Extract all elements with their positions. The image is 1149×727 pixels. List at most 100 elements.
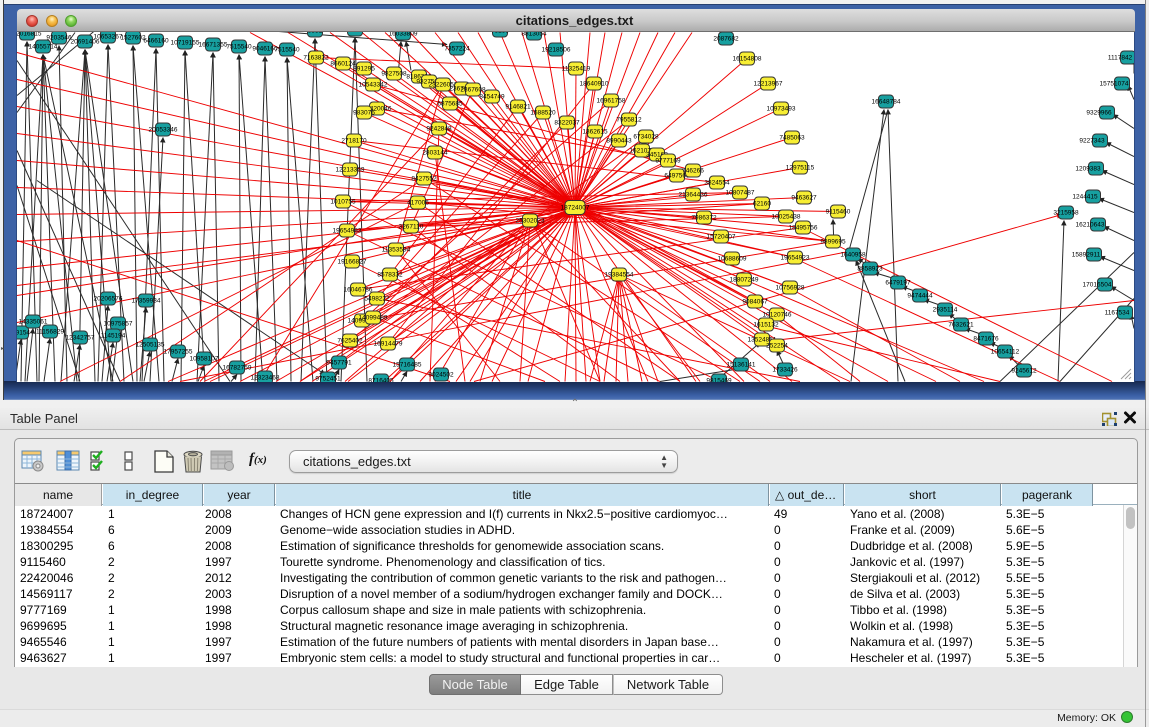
svg-text:10975857: 10975857 <box>104 321 133 328</box>
svg-text:7515540: 7515540 <box>274 47 300 54</box>
svg-text:18724007: 18724007 <box>561 205 590 212</box>
svg-text:10688609: 10688609 <box>718 256 747 263</box>
svg-text:19654923: 19654923 <box>781 255 810 262</box>
svg-text:8990443: 8990443 <box>606 138 632 145</box>
svg-text:10973493: 10973493 <box>767 106 796 113</box>
svg-text:417006: 417006 <box>407 200 429 207</box>
svg-text:39154: 39154 <box>17 330 30 337</box>
svg-text:1117842: 1117842 <box>1108 55 1133 62</box>
svg-text:12975115: 12975115 <box>786 165 815 172</box>
svg-text:16914479: 16914479 <box>374 341 403 348</box>
svg-text:8471676: 8471676 <box>973 336 999 343</box>
svg-text:11156829: 11156829 <box>36 329 64 336</box>
svg-text:20206576: 20206576 <box>94 296 123 303</box>
svg-text:16046786: 16046786 <box>344 287 373 294</box>
svg-text:1209383: 1209383 <box>1075 166 1101 173</box>
svg-text:10653267: 10653267 <box>94 34 123 41</box>
svg-text:11353594: 11353594 <box>382 247 411 254</box>
svg-text:8427552: 8427552 <box>411 176 437 183</box>
svg-text:18807249: 18807249 <box>730 277 759 284</box>
svg-text:1145194: 1145194 <box>101 333 126 340</box>
svg-text:9227343: 9227343 <box>1079 138 1105 145</box>
svg-text:14099489: 14099489 <box>359 315 388 322</box>
svg-text:1615132: 1615132 <box>753 322 779 329</box>
svg-text:1362615: 1362615 <box>582 129 608 136</box>
svg-text:1244415: 1244415 <box>1072 194 1098 201</box>
svg-text:10958107: 10958107 <box>190 356 219 363</box>
svg-text:6479197: 6479197 <box>885 280 911 287</box>
svg-text:16033809: 16033809 <box>389 32 418 38</box>
svg-text:7986372: 7986372 <box>691 215 717 222</box>
svg-text:1527602: 1527602 <box>120 35 146 42</box>
svg-text:9115460: 9115460 <box>826 209 851 216</box>
svg-text:16648784: 16648784 <box>872 99 901 106</box>
svg-text:1733426: 1733426 <box>772 367 798 374</box>
svg-text:10973: 10973 <box>346 32 364 34</box>
svg-text:2367608: 2367608 <box>460 87 486 94</box>
svg-text:983076: 983076 <box>353 110 375 117</box>
svg-text:25302023: 25302023 <box>516 218 545 225</box>
svg-text:1010755: 1010755 <box>330 199 356 206</box>
svg-text:9329966: 9329966 <box>1086 110 1112 117</box>
svg-text:17359934: 17359934 <box>132 298 161 305</box>
svg-text:16154808: 16154808 <box>733 56 762 63</box>
svg-text:15751074: 15751074 <box>1100 81 1129 88</box>
svg-text:3824554: 3824554 <box>704 180 730 187</box>
svg-text:5498222: 5498222 <box>364 296 390 303</box>
svg-text:9024502: 9024502 <box>428 372 454 379</box>
svg-text:746266: 746266 <box>682 168 704 175</box>
svg-text:252254: 252254 <box>766 343 788 350</box>
svg-text:9827508: 9827508 <box>381 71 407 78</box>
svg-text:19166827: 19166827 <box>338 259 367 266</box>
svg-text:75155: 75155 <box>491 32 509 35</box>
svg-text:16671355: 16671355 <box>199 42 228 49</box>
svg-text:17016504: 17016504 <box>1083 282 1112 289</box>
svg-text:16782759: 16782759 <box>223 365 252 372</box>
svg-text:8322037: 8322037 <box>554 120 580 127</box>
svg-text:7515540: 7515540 <box>226 44 252 51</box>
svg-text:2718170: 2718170 <box>341 138 367 145</box>
svg-text:9242848: 9242848 <box>426 126 452 133</box>
svg-text:12342757: 12342757 <box>66 335 95 342</box>
svg-text:7163822: 7163822 <box>303 55 329 62</box>
svg-text:19384554: 19384554 <box>605 272 634 279</box>
svg-text:16210643: 16210643 <box>1076 222 1105 229</box>
svg-text:17957255: 17957255 <box>164 349 193 356</box>
svg-text:12505135: 12505135 <box>136 342 165 349</box>
svg-text:15720407: 15720407 <box>707 234 736 241</box>
svg-text:9899695: 9899695 <box>820 239 846 246</box>
svg-text:62160: 62160 <box>753 201 771 208</box>
svg-text:7632621: 7632621 <box>948 322 974 329</box>
svg-text:18495756: 18495756 <box>789 225 818 232</box>
svg-text:2935114: 2935114 <box>933 307 958 314</box>
svg-text:9752451: 9752451 <box>315 376 341 383</box>
svg-text:12016815: 12016815 <box>17 32 42 38</box>
svg-text:9203546: 9203546 <box>46 35 72 42</box>
svg-text:9146821: 9146821 <box>505 104 531 111</box>
svg-text:9474444: 9474444 <box>907 293 933 300</box>
svg-text:14055714: 14055714 <box>29 44 58 51</box>
svg-text:6875685: 6875685 <box>437 101 463 108</box>
svg-text:1588520: 1588520 <box>530 110 556 117</box>
svg-text:15892911: 15892911 <box>1072 252 1101 259</box>
svg-text:8454749: 8454749 <box>479 94 505 101</box>
svg-text:9777169: 9777169 <box>655 158 681 165</box>
svg-text:2087682: 2087682 <box>713 36 739 43</box>
svg-text:21364436: 21364436 <box>679 192 708 199</box>
svg-text:12323468: 12323468 <box>251 375 280 382</box>
svg-text:7625402: 7625402 <box>337 338 363 345</box>
svg-text:6466160: 6466160 <box>143 38 169 45</box>
svg-text:2803144: 2803144 <box>422 150 448 157</box>
svg-text:10719155: 10719155 <box>171 40 200 47</box>
svg-text:8531: 8531 <box>308 32 323 35</box>
svg-text:3215958: 3215958 <box>1053 210 1079 217</box>
svg-text:9457791: 9457791 <box>326 360 352 367</box>
svg-text:7955812: 7955812 <box>616 117 642 124</box>
svg-text:10543342: 10543342 <box>359 82 388 89</box>
svg-text:9815469: 9815469 <box>706 378 732 383</box>
svg-text:11325419: 11325419 <box>562 66 591 73</box>
svg-text:10025438: 10025438 <box>772 214 801 221</box>
svg-text:14335061: 14335061 <box>19 319 48 326</box>
svg-text:8858923: 8858923 <box>857 266 883 273</box>
svg-text:1167534: 1167534 <box>1105 310 1130 317</box>
